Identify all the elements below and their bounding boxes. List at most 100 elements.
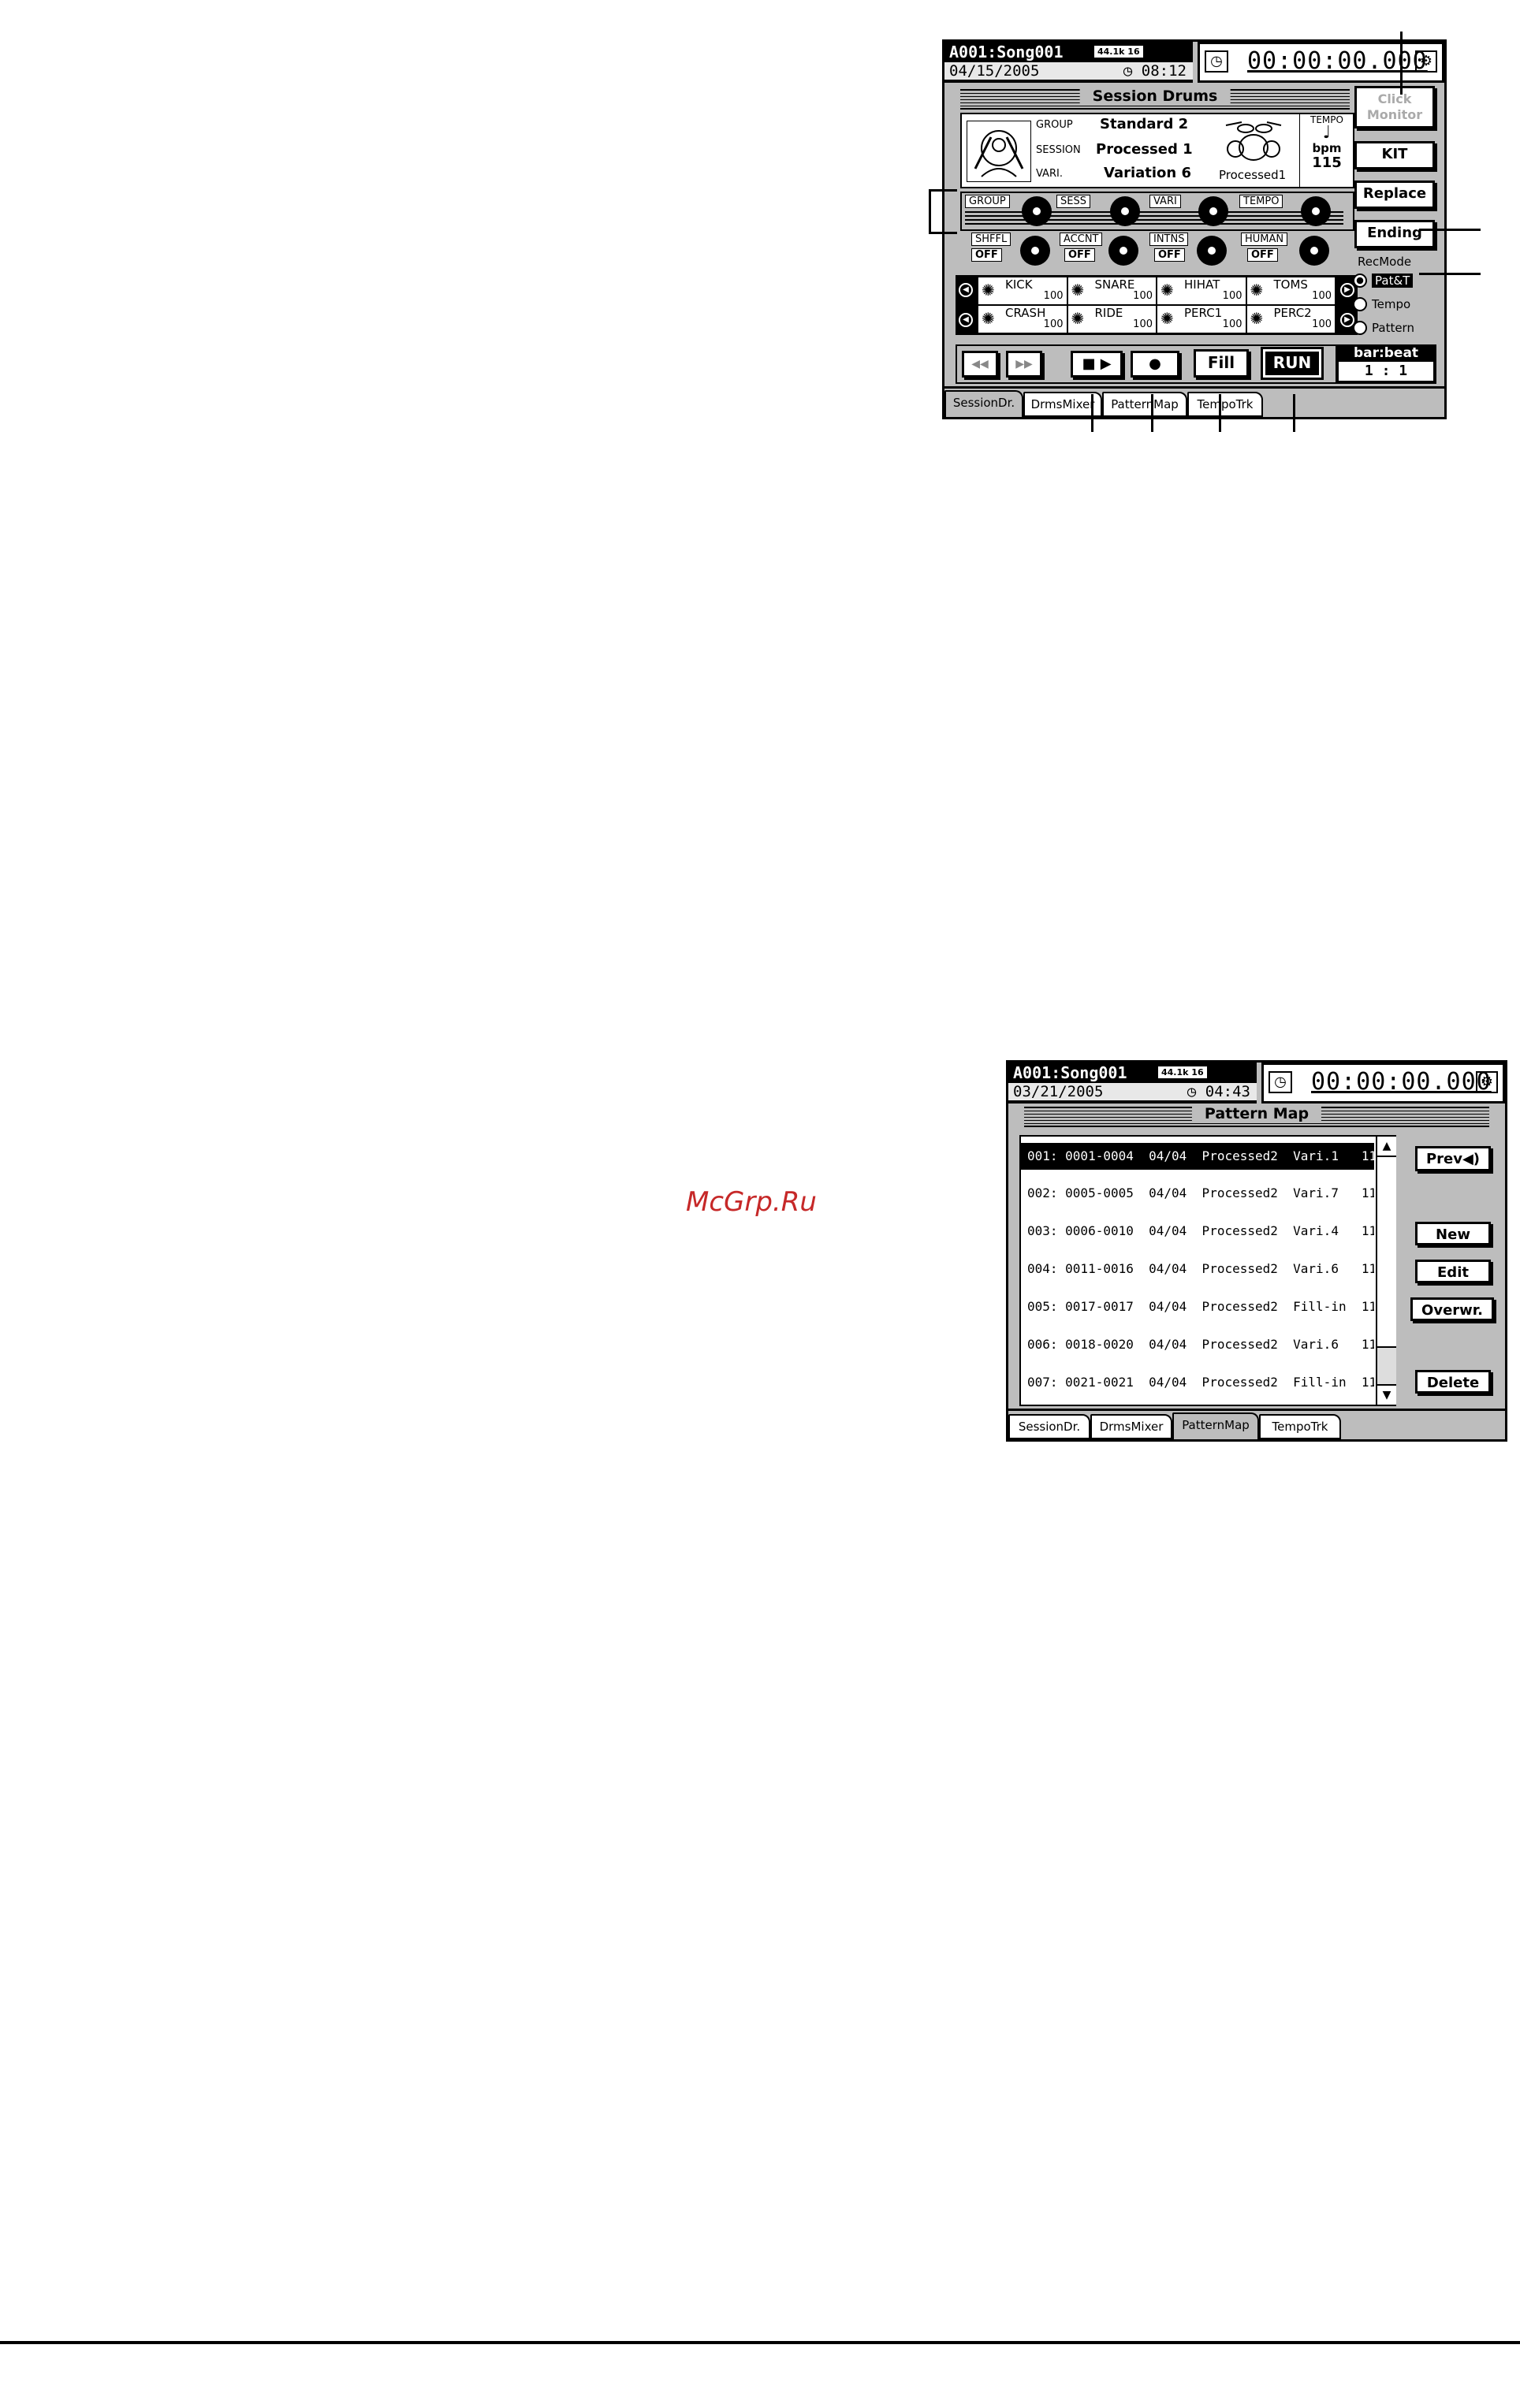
recmode-option-tempo[interactable]: Tempo — [1353, 297, 1410, 311]
part-value: 100 — [1133, 290, 1153, 302]
scroll-thumb[interactable] — [1377, 1157, 1396, 1348]
scroll-down-icon[interactable]: ▼ — [1377, 1384, 1396, 1405]
callout-line — [1151, 394, 1153, 432]
tab-session-drums[interactable]: SessionDr. — [944, 390, 1023, 417]
intensity-value: OFF — [1154, 248, 1185, 262]
vari-value: Variation 6 — [1104, 165, 1192, 181]
edit-button[interactable]: Edit — [1415, 1260, 1491, 1283]
format-badge: 44.1k 16 — [1094, 46, 1143, 58]
scroll-up-icon[interactable]: ▲ — [1377, 1137, 1396, 1157]
recmode-option-pattern[interactable]: Pattern — [1353, 321, 1414, 335]
part-snare[interactable]: ✺ SNARE 100 — [1067, 277, 1157, 305]
tab-bar: SessionDr. DrmsMixer PatternMap TempoTrk — [944, 386, 1444, 417]
part-perc1[interactable]: ✺ PERC1 100 — [1157, 305, 1246, 333]
part-value: 100 — [1133, 318, 1153, 330]
tab-tempo-track[interactable]: TempoTrk — [1259, 1414, 1341, 1439]
click-monitor-button[interactable]: Click Monitor — [1354, 86, 1435, 128]
part-crash[interactable]: ✺ CRASH 100 — [978, 305, 1067, 333]
replace-button[interactable]: Replace — [1354, 181, 1435, 209]
settings-icon[interactable]: ⚙ — [1415, 50, 1437, 73]
parts-scroll-left-icon-2[interactable]: ◀ — [959, 313, 973, 327]
callout-line — [1419, 229, 1481, 231]
callout-line — [1219, 394, 1221, 432]
rewind-button[interactable]: ◀◀ — [962, 351, 998, 378]
scrollbar[interactable]: ▲ ▼ — [1376, 1137, 1396, 1405]
recmode-label: RecMode — [1358, 255, 1412, 269]
variation-knob[interactable] — [1198, 196, 1228, 226]
recmode-option-label: Tempo — [1372, 297, 1411, 311]
accent-label: ACCNT — [1060, 233, 1103, 246]
pattern-row[interactable]: 004: 0011-0016 04/04 Processed2 Vari.6 1… — [1021, 1250, 1374, 1288]
preview-button[interactable]: Prev◀) — [1415, 1146, 1491, 1171]
kit-button[interactable]: KIT — [1354, 141, 1435, 169]
play-stop-button[interactable]: ■ ▶ — [1071, 351, 1123, 378]
clock-icon[interactable]: ◷ — [1269, 1071, 1292, 1093]
tab-drums-mixer[interactable]: DrmsMixer — [1090, 1414, 1172, 1439]
tab-pattern-map[interactable]: PatternMap — [1102, 392, 1187, 417]
part-toms[interactable]: ✺ TOMS 100 — [1246, 277, 1336, 305]
tempo-knob[interactable] — [1301, 196, 1331, 226]
callout-line — [929, 189, 957, 192]
recmode-option-label: Pat&T — [1372, 274, 1414, 288]
new-button[interactable]: New — [1415, 1222, 1491, 1245]
bar-beat-label: bar:beat — [1353, 345, 1419, 361]
human-knob[interactable] — [1299, 236, 1329, 266]
settings-icon[interactable]: ⚙ — [1476, 1071, 1498, 1093]
fill-button[interactable]: Fill — [1194, 349, 1249, 378]
part-name: KICK — [1005, 277, 1033, 292]
ending-button[interactable]: Ending — [1354, 220, 1435, 248]
accent-knob[interactable] — [1108, 236, 1138, 266]
watermark-text: McGrp.Ru — [686, 1186, 817, 1218]
pattern-row[interactable]: 007: 0021-0021 04/04 Processed2 Fill-in … — [1021, 1364, 1374, 1401]
drummer-icon — [967, 121, 1031, 182]
bar-beat-value: 1 : 1 — [1339, 362, 1433, 381]
group-knob[interactable] — [1022, 196, 1052, 226]
page-divider — [0, 2341, 1520, 2344]
callout-line — [1419, 273, 1481, 275]
pattern-row[interactable]: 006: 0018-0020 04/04 Processed2 Vari.6 1… — [1021, 1326, 1374, 1364]
date-text: 03/21/2005 — [1013, 1083, 1104, 1100]
fast-forward-button[interactable]: ▶▶ — [1006, 351, 1042, 378]
session-drums-screen: A001:Song001 44.1k 16 04/15/2005 ◷ 08:12 … — [942, 39, 1447, 419]
overwrite-button[interactable]: Overwr. — [1410, 1297, 1494, 1321]
part-name: TOMS — [1273, 277, 1308, 292]
delete-button[interactable]: Delete — [1415, 1370, 1491, 1394]
knob-row-1: GROUP SESS VARI TEMPO — [960, 192, 1354, 231]
tab-session-drums[interactable]: SessionDr. — [1008, 1414, 1090, 1439]
pattern-row[interactable]: 003: 0006-0010 04/04 Processed2 Vari.4 1… — [1021, 1212, 1374, 1250]
pattern-row-selected[interactable]: 001: 0001-0004 04/04 Processed2 Vari.1 1… — [1021, 1143, 1374, 1170]
tab-pattern-map[interactable]: PatternMap — [1172, 1412, 1259, 1439]
remain-time: ◷ 04:43 — [1187, 1083, 1250, 1100]
part-ride[interactable]: ✺ RIDE 100 — [1067, 305, 1157, 333]
part-hihat[interactable]: ✺ HIHAT 100 — [1157, 277, 1246, 305]
knob-icon: ✺ — [1071, 281, 1085, 300]
tab-drums-mixer[interactable]: DrmsMixer — [1023, 392, 1102, 417]
part-name: CRASH — [1005, 306, 1046, 320]
intensity-knob[interactable] — [1197, 236, 1227, 266]
tempo-value: 115 — [1312, 154, 1342, 171]
tempo-box: TEMPO ♩ bpm 115 — [1299, 114, 1354, 187]
pattern-row[interactable]: 002: 0005-0005 04/04 Processed2 Vari.7 1… — [1021, 1174, 1374, 1212]
record-button[interactable]: ● — [1131, 351, 1179, 378]
clock-icon[interactable]: ◷ — [1205, 50, 1228, 73]
run-button[interactable]: RUN — [1261, 347, 1324, 380]
song-date: 04/15/2005 ◷ 08:12 — [944, 62, 1193, 80]
recmode-option-patt[interactable]: Pat&T — [1353, 274, 1414, 288]
callout-line — [929, 189, 931, 233]
timecode-display: ◷ 00:00:00.000 ⚙ — [1261, 1063, 1505, 1104]
drum-info-panel: GROUP Standard 2 SESSION Processed 1 VAR… — [960, 113, 1354, 188]
song-info: A001:Song001 44.1k 16 04/15/2005 ◷ 08:12 — [944, 42, 1193, 83]
tab-tempo-track[interactable]: TempoTrk — [1187, 392, 1263, 417]
part-kick[interactable]: ✺ KICK 100 — [978, 277, 1067, 305]
part-name: SNARE — [1094, 277, 1135, 292]
shuffle-knob[interactable] — [1020, 236, 1050, 266]
knob-icon: ✺ — [1160, 309, 1174, 328]
pattern-row[interactable]: 005: 0017-0017 04/04 Processed2 Fill-in … — [1021, 1288, 1374, 1326]
sess-knob-label: SESS — [1056, 195, 1090, 208]
part-perc2[interactable]: ✺ PERC2 100 — [1246, 305, 1336, 333]
date-text: 04/15/2005 — [949, 62, 1040, 80]
part-value: 100 — [1043, 290, 1064, 302]
list-body: 001: 0001-0004 04/04 Processed2 Vari.1 1… — [1021, 1137, 1374, 1405]
session-knob[interactable] — [1110, 196, 1140, 226]
parts-scroll-left-icon[interactable]: ◀ — [959, 283, 973, 297]
